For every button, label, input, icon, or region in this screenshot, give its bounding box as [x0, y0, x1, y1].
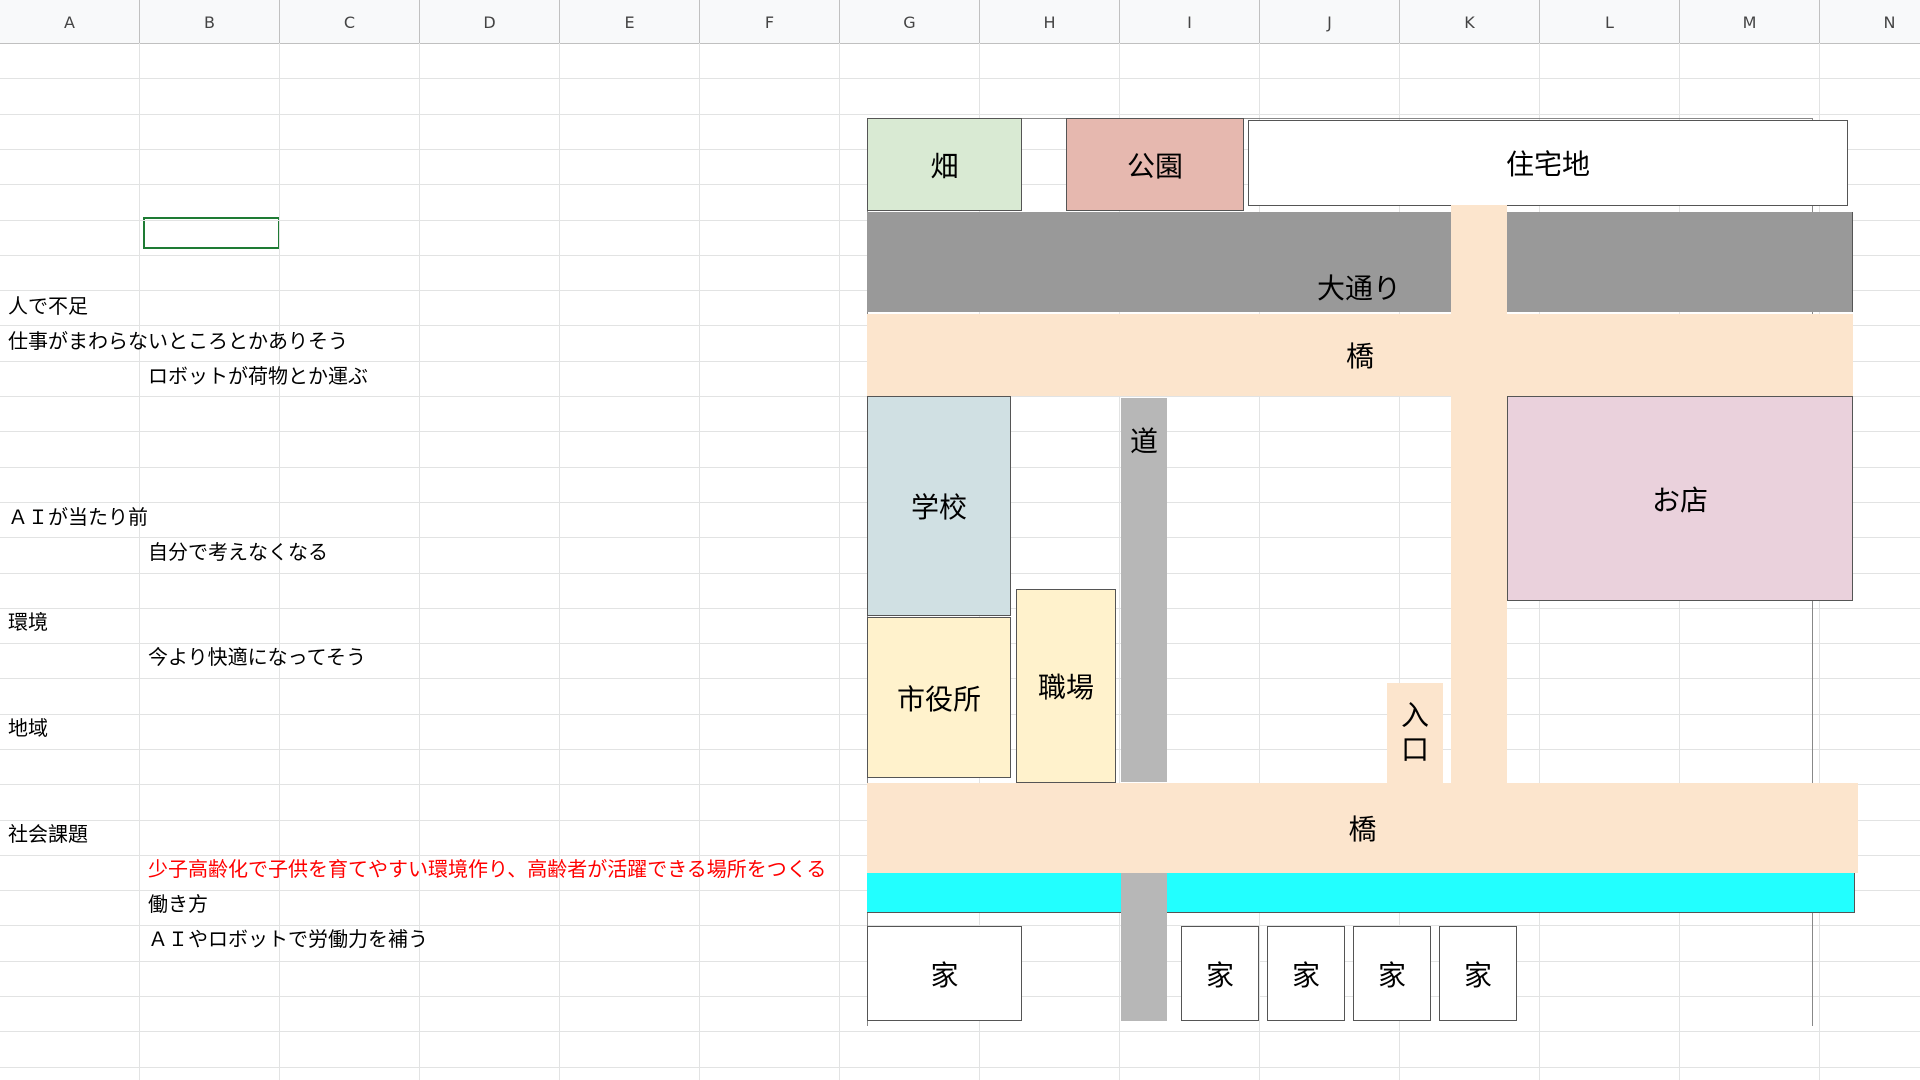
shape-shiyakusho[interactable]: 市役所	[867, 617, 1011, 778]
column-header-e[interactable]: E	[560, 0, 700, 43]
column-header-j[interactable]: J	[1260, 0, 1400, 43]
label-house-1: 家	[930, 958, 959, 992]
cell-a20[interactable]: 地域	[8, 716, 48, 740]
column-header-bar: ABCDEFGHIJKLMN	[0, 0, 1920, 44]
grid-row-line	[0, 1067, 1920, 1068]
shape-house-3[interactable]: 家	[1267, 926, 1345, 1021]
cell-b26[interactable]: ＡＩやロボットで労働力を補う	[148, 927, 428, 951]
cell-a17[interactable]: 環境	[8, 610, 48, 634]
cell-b24[interactable]: 少子高齢化で子供を育てやすい環境作り、高齢者が活躍できる場所をつくる	[148, 857, 826, 881]
column-header-m[interactable]: M	[1680, 0, 1820, 43]
column-header-i[interactable]: I	[1120, 0, 1260, 43]
shape-iriguchi[interactable]: 入 口	[1387, 683, 1443, 783]
column-header-n[interactable]: N	[1820, 0, 1920, 43]
cell-b15[interactable]: 自分で考えなくなる	[148, 540, 328, 564]
label-shiyakusho: 市役所	[896, 682, 981, 716]
shape-omise[interactable]: お店	[1507, 396, 1853, 601]
cell-a8[interactable]: 人で不足	[8, 294, 88, 318]
label-gakko: 学校	[910, 491, 967, 524]
shape-koen[interactable]: 公園	[1066, 118, 1244, 211]
shape-michi-lower[interactable]	[1121, 873, 1167, 1021]
label-iriguchi-1: 入	[1400, 699, 1429, 732]
grid-row-line	[0, 114, 1920, 115]
shape-odori[interactable]: 大通り	[867, 212, 1853, 312]
cell-b10[interactable]: ロボットが荷物とか運ぶ	[148, 364, 368, 388]
label-house-5: 家	[1463, 958, 1492, 992]
label-koen: 公園	[1126, 149, 1183, 183]
label-odori: 大通り	[1317, 272, 1402, 305]
shape-house-5[interactable]: 家	[1439, 926, 1517, 1021]
cell-b25[interactable]: 働き方	[148, 892, 208, 916]
label-michi: 道	[1129, 425, 1158, 458]
shape-vertical-road[interactable]	[1451, 205, 1507, 785]
shape-house-4[interactable]: 家	[1353, 926, 1431, 1021]
label-hashi-top: 橋	[1345, 340, 1374, 373]
column-header-a[interactable]: A	[0, 0, 140, 43]
cell-a14[interactable]: ＡＩが当たり前	[8, 505, 148, 529]
label-shokuba: 職場	[1037, 671, 1094, 704]
cell-a9[interactable]: 仕事がまわらないところとかありそう	[8, 329, 348, 353]
label-omise: お店	[1651, 483, 1708, 517]
column-header-d[interactable]: D	[420, 0, 560, 43]
shape-shokuba[interactable]: 職場	[1016, 589, 1116, 783]
grid-row-line	[0, 1031, 1920, 1032]
column-header-l[interactable]: L	[1540, 0, 1680, 43]
grid-row-line	[0, 78, 1920, 79]
column-header-c[interactable]: C	[280, 0, 420, 43]
label-hatake: 畑	[930, 149, 959, 183]
selected-cell-b6[interactable]	[143, 217, 280, 249]
shape-hatake[interactable]: 畑	[867, 118, 1022, 211]
shape-hashi-bottom[interactable]: 橋	[867, 783, 1858, 873]
cell-a23[interactable]: 社会課題	[8, 822, 88, 846]
column-header-f[interactable]: F	[700, 0, 840, 43]
label-house-4: 家	[1377, 958, 1406, 992]
shape-house-1[interactable]: 家	[867, 926, 1022, 1021]
label-house-3: 家	[1291, 958, 1320, 992]
label-hashi-bottom: 橋	[1348, 813, 1377, 846]
shape-house-2[interactable]: 家	[1181, 926, 1259, 1021]
column-header-h[interactable]: H	[980, 0, 1120, 43]
shape-jutakuchi[interactable]: 住宅地	[1248, 120, 1848, 206]
shape-hashi-top[interactable]: 橋	[867, 314, 1853, 396]
cell-b18[interactable]: 今より快適になってそう	[148, 645, 366, 669]
shape-gakko[interactable]: 学校	[867, 396, 1011, 616]
column-header-k[interactable]: K	[1400, 0, 1540, 43]
column-header-b[interactable]: B	[140, 0, 280, 43]
label-house-2: 家	[1205, 958, 1234, 992]
column-header-g[interactable]: G	[840, 0, 980, 43]
label-iriguchi-2: 口	[1400, 733, 1429, 766]
shape-river[interactable]	[867, 873, 1855, 913]
label-jutakuchi: 住宅地	[1505, 148, 1590, 181]
shape-michi[interactable]: 道	[1121, 398, 1167, 782]
